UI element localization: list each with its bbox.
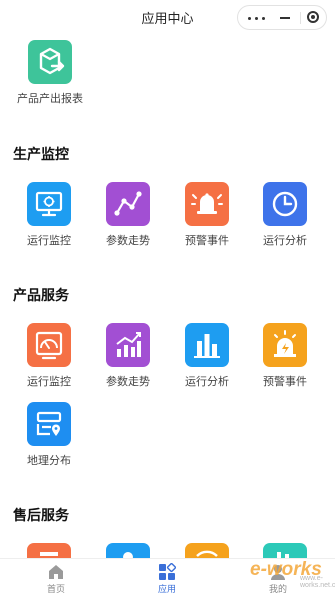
app-parameter-trend-2[interactable]: 参数走势 [88, 323, 168, 389]
app-label: 预警事件 [263, 376, 307, 388]
bar-chart-icon [185, 323, 229, 367]
tab-bar: 首页 应用 我的 [0, 558, 335, 596]
app-label: 运行监控 [27, 376, 71, 388]
app-run-analysis[interactable]: 运行分析 [245, 182, 325, 248]
title-bar: 应用中心 [0, 0, 335, 34]
app-label: 预警事件 [185, 235, 229, 247]
app-run-monitoring-2[interactable]: 运行监控 [9, 323, 89, 389]
tab-mine[interactable]: 我的 [248, 563, 308, 595]
app-label: 运行分析 [185, 376, 229, 388]
apps-icon [158, 562, 177, 581]
app-geo-distribution[interactable]: 地理分布 [9, 402, 89, 468]
mini-program-capsule [237, 5, 327, 30]
app-alert-events-2[interactable]: 预警事件 [245, 323, 325, 389]
app-label: 产品产出报表 [17, 93, 83, 105]
home-icon [47, 563, 65, 581]
tab-label: 我的 [268, 584, 287, 594]
app-label: 运行分析 [263, 235, 307, 247]
bar-trend-icon [106, 323, 150, 367]
app-product-output-report[interactable]: 产品产出报表 [10, 40, 90, 106]
clock-icon [263, 182, 307, 226]
app-run-analysis-2[interactable]: 运行分析 [167, 323, 247, 389]
gauge-icon [27, 323, 71, 367]
app-parameter-trend[interactable]: 参数走势 [88, 182, 168, 248]
tab-label: 应用 [157, 584, 176, 594]
trend-line-icon [106, 182, 150, 226]
app-label: 地理分布 [27, 455, 71, 467]
monitor-screen-icon [27, 182, 71, 226]
app-label: 参数走势 [106, 235, 150, 247]
close-target-icon[interactable] [307, 11, 319, 23]
app-label: 运行监控 [27, 235, 71, 247]
user-icon [269, 563, 287, 581]
tab-home[interactable]: 首页 [26, 563, 86, 595]
export-report-icon [28, 40, 72, 84]
warning-light-icon [263, 323, 307, 367]
app-run-monitoring[interactable]: 运行监控 [9, 182, 89, 248]
app-label: 参数走势 [106, 376, 150, 388]
app-alert-events[interactable]: 预警事件 [167, 182, 247, 248]
minimize-icon[interactable] [280, 17, 290, 19]
capsule-divider [300, 12, 301, 24]
tab-apps[interactable]: 应用 [137, 562, 197, 595]
map-location-icon [27, 402, 71, 446]
more-icon[interactable] [248, 17, 266, 20]
section-title-after-sales: 售后服务 [13, 507, 69, 523]
tab-label: 首页 [46, 584, 65, 594]
section-title-production-monitoring: 生产监控 [13, 146, 69, 162]
alarm-bell-icon [185, 182, 229, 226]
section-title-product-service: 产品服务 [13, 287, 69, 303]
